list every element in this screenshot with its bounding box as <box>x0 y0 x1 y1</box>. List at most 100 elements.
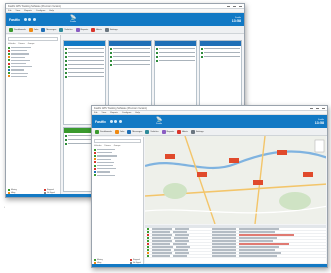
sync-icon[interactable] <box>114 120 118 123</box>
close-icon[interactable] <box>239 5 242 7</box>
sidebar-search-input[interactable] <box>94 139 141 143</box>
status-icon <box>8 62 10 65</box>
account-icon[interactable] <box>109 120 113 123</box>
toolbar-vehicles-button[interactable]: Vehicles <box>145 129 159 134</box>
tab-drivers[interactable]: Drivers <box>18 43 24 45</box>
list-item[interactable] <box>6 75 60 78</box>
tab-groups[interactable]: Groups <box>114 145 121 147</box>
tile-row <box>155 55 195 58</box>
map-window: Fastfix GPS Tracking Software (Premium V… <box>91 105 328 268</box>
toolbar-jobs-button[interactable]: Jobs <box>28 27 39 32</box>
vehicle-marker-icon[interactable] <box>229 158 239 163</box>
item-text <box>11 66 32 68</box>
app-name: Fastfix <box>9 17 20 22</box>
legend-label: Moving <box>11 189 17 191</box>
menu-file[interactable]: File <box>8 10 12 12</box>
toolbar-settings-button[interactable]: Settings <box>190 129 204 134</box>
account-icon[interactable] <box>23 18 27 21</box>
toolbar-alerts-button[interactable]: Alerts <box>177 129 188 134</box>
toolbar-alerts-label: Alerts <box>182 130 188 133</box>
vehicle-marker-icon[interactable] <box>197 172 207 177</box>
toolbar-messages-button[interactable]: Messages <box>41 27 56 32</box>
tile-row <box>200 47 240 50</box>
tab-vehicles[interactable]: Vehicles <box>94 145 101 147</box>
tile-row <box>65 67 105 70</box>
alert-icon[interactable] <box>118 120 122 123</box>
minimize-icon[interactable] <box>227 5 230 7</box>
toolbar-jobs-button[interactable]: Jobs <box>114 129 125 134</box>
tab-drivers[interactable]: Drivers <box>104 145 110 147</box>
item-text <box>11 62 26 65</box>
menu-reports[interactable]: Reports <box>110 112 118 114</box>
zoom-control[interactable] <box>314 139 325 153</box>
close-icon[interactable] <box>322 107 325 109</box>
tile-row <box>110 47 150 50</box>
status-icon <box>147 237 149 239</box>
tile-row <box>200 55 240 58</box>
toolbar-jobs-label: Jobs <box>33 28 39 31</box>
menu-configure[interactable]: Configure <box>36 10 46 12</box>
toolbar-vehicles-label: Vehicles <box>150 130 159 133</box>
toolbar-reports-button[interactable]: Reports <box>161 129 174 134</box>
menu-configure[interactable]: Configure <box>122 112 132 114</box>
alerts-icon <box>177 129 182 134</box>
toolbar-dashboards-button[interactable]: Dashboards <box>95 129 112 134</box>
minimize-icon[interactable] <box>310 107 313 109</box>
tile-row <box>65 71 105 74</box>
toolbar-dashboards-button[interactable]: Dashboards <box>9 27 26 32</box>
window-controls[interactable] <box>227 5 242 7</box>
sync-icon[interactable] <box>28 18 32 21</box>
toolbar-messages-button[interactable]: Messages <box>127 129 142 134</box>
toolbar-jobs-label: Jobs <box>119 130 125 133</box>
header-quick-buttons[interactable] <box>23 18 36 21</box>
item-text <box>11 50 27 52</box>
brand-block: 📡 Fastfix <box>156 117 162 125</box>
toolbar-vehicles-button[interactable]: Vehicles <box>59 27 73 32</box>
gear-icon <box>190 129 195 134</box>
tab-groups[interactable]: Groups <box>28 43 35 45</box>
vehicle-marker-icon[interactable] <box>303 172 313 177</box>
status-icon <box>94 174 96 177</box>
item-text <box>11 75 27 77</box>
vehicle-icon <box>59 27 64 32</box>
vehicle-marker-icon[interactable] <box>165 154 175 159</box>
toolbar-alerts-button[interactable]: Alerts <box>91 27 102 32</box>
window-controls[interactable] <box>310 107 325 109</box>
list-item[interactable] <box>92 174 143 177</box>
header-quick-buttons[interactable] <box>109 120 122 123</box>
status-icon <box>8 46 10 49</box>
window-title: Fastfix GPS Tracking Software (Premium V… <box>8 4 62 8</box>
item-text <box>97 149 115 151</box>
vehicle-marker-icon[interactable] <box>253 180 263 185</box>
maximize-icon[interactable] <box>316 107 319 109</box>
menu-reports[interactable]: Reports <box>24 10 32 12</box>
toolbar-dashboards-label: Dashboards <box>14 28 26 31</box>
maximize-icon[interactable] <box>233 5 236 7</box>
tile-row <box>155 59 195 62</box>
menu-help[interactable]: Help <box>49 10 54 12</box>
tracking-map[interactable] <box>145 136 326 224</box>
map-canvas[interactable] <box>145 136 326 224</box>
toolbar-reports-button[interactable]: Reports <box>75 27 88 32</box>
tile-row <box>65 59 105 62</box>
brand-label: Fastfix <box>70 20 76 23</box>
legend-swatch <box>44 189 46 191</box>
app-name: Fastfix <box>95 119 106 124</box>
status-icon <box>147 231 149 233</box>
menu-file[interactable]: File <box>94 112 98 114</box>
app-header: Fastfix 📡 Fastfix Fastfix 13:58 <box>6 13 244 26</box>
status-bar <box>92 264 327 267</box>
menu-view[interactable]: View <box>102 112 107 114</box>
toolbar-settings-label: Settings <box>195 130 204 133</box>
alert-icon[interactable] <box>32 18 36 21</box>
menu-help[interactable]: Help <box>135 112 140 114</box>
menu-view[interactable]: View <box>16 10 21 12</box>
tab-vehicles[interactable]: Vehicles <box>8 43 15 45</box>
vehicle-marker-icon[interactable] <box>277 150 287 155</box>
status-icon <box>147 240 149 242</box>
item-text <box>97 174 115 176</box>
table-row[interactable] <box>145 255 326 258</box>
toolbar-settings-button[interactable]: Settings <box>104 27 118 32</box>
main-toolbar: Dashboards Jobs Messages Vehicles Report… <box>92 128 327 136</box>
sidebar-search-input[interactable] <box>8 37 58 41</box>
